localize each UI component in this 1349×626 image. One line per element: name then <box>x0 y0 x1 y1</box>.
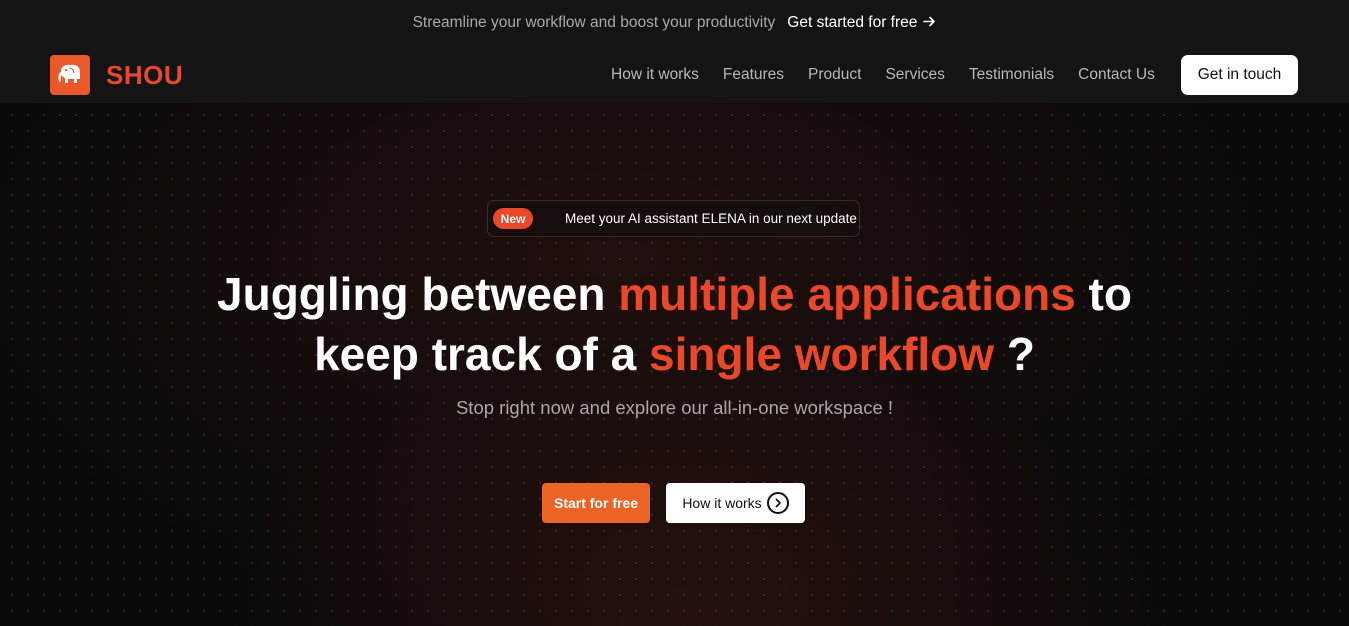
hero-subtitle: Stop right now and explore our all-in-on… <box>455 397 894 418</box>
promo-text: Streamline your workflow and boost your … <box>412 14 776 31</box>
navbar: SHOU How it works Features Product Servi… <box>0 46 1349 103</box>
hero-heading: Juggling between multiple applications t… <box>0 264 1349 384</box>
elephant-icon <box>50 55 90 95</box>
arrow-right-icon <box>923 15 936 32</box>
nav-links: How it works Features Product Services T… <box>611 66 1155 84</box>
nav-link-product[interactable]: Product <box>808 66 861 84</box>
start-for-free-button[interactable]: Start for free <box>542 483 650 523</box>
get-started-label: Get started for free <box>787 14 918 31</box>
hero-line1-start: Juggling between <box>217 268 619 320</box>
new-badge: New <box>493 208 533 229</box>
hero-line2-end: ? <box>994 328 1035 380</box>
nav-link-features[interactable]: Features <box>723 66 784 84</box>
brand-name: SHOU <box>106 59 184 90</box>
how-it-works-label: How it works <box>682 495 762 511</box>
hero-line2-accent: single workflow <box>649 328 995 380</box>
nav-link-services[interactable]: Services <box>885 66 944 84</box>
get-started-link[interactable]: Get started for free <box>787 14 936 32</box>
brand-logo[interactable]: SHOU <box>50 55 183 95</box>
get-in-touch-button[interactable]: Get in touch <box>1181 55 1298 95</box>
hero-line2-start: keep track of a <box>314 328 649 380</box>
chevron-right-circle-icon <box>766 492 789 514</box>
update-announcement[interactable]: New Meet your AI assistant ELENA in our … <box>487 200 860 237</box>
announcement-bar: Streamline your workflow and boost your … <box>0 0 1349 46</box>
how-it-works-button[interactable]: How it works <box>666 483 805 523</box>
nav-link-how-it-works[interactable]: How it works <box>611 66 699 84</box>
announcement-text: Meet your AI assistant ELENA in our next… <box>565 211 857 226</box>
hero-line1-end: to <box>1075 268 1132 320</box>
nav-link-testimonials[interactable]: Testimonials <box>969 66 1054 84</box>
hero-line1-accent: multiple applications <box>618 268 1076 320</box>
nav-link-contact-us[interactable]: Contact Us <box>1078 66 1155 84</box>
